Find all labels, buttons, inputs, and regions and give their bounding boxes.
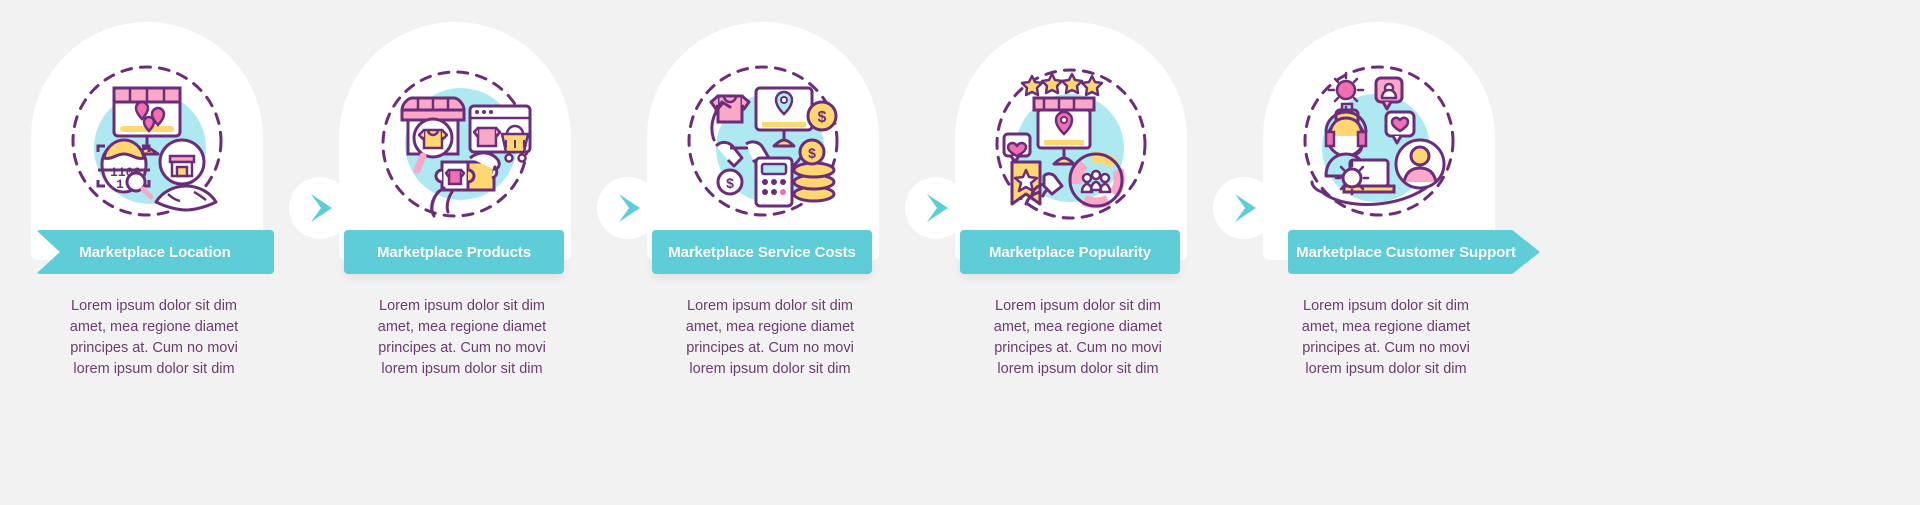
marketplace-customer-support-icon	[1263, 22, 1495, 260]
step-2-banner[interactable]: Marketplace Products	[344, 230, 564, 274]
step-4[interactable]: Marketplace Popularity Lorem ipsum dolor…	[924, 0, 1232, 505]
connector-1	[289, 177, 351, 239]
connector-2	[597, 177, 659, 239]
svg-text:1: 1	[116, 177, 124, 192]
chevron-right-icon	[1235, 194, 1256, 222]
step-4-banner[interactable]: Marketplace Popularity	[960, 230, 1180, 274]
step-4-title: Marketplace Popularity	[983, 244, 1157, 261]
step-3[interactable]: $ $ $ Marketplace Service Costs Lorem ip…	[616, 0, 924, 505]
steps-container: 1100 1 Marketplace Location Lorem ipsum …	[0, 0, 1920, 505]
step-5-title: Marketplace Customer Support	[1290, 244, 1538, 261]
step-5-title-line2: Support	[1459, 243, 1516, 261]
marketplace-popularity-icon	[955, 22, 1187, 260]
step-1-banner[interactable]: Marketplace Location	[36, 230, 274, 274]
step-3-title-line2: Costs	[814, 243, 856, 261]
svg-text:$: $	[808, 145, 816, 161]
step-2-title-line2: Products	[466, 243, 531, 261]
step-5-title-line1: Marketplace Customer	[1296, 243, 1456, 261]
step-3-body: Lorem ipsum dolor sit dim amet, mea regi…	[685, 298, 855, 377]
step-1[interactable]: 1100 1 Marketplace Location Lorem ipsum …	[0, 0, 308, 505]
marketplace-service-costs-icon: $ $ $	[647, 22, 879, 260]
chevron-right-icon	[311, 194, 332, 222]
step-1-title: Marketplace Location	[73, 244, 236, 261]
step-4-title-line2: Popularity	[1078, 243, 1152, 261]
step-1-title-line1: Marketplace	[79, 243, 165, 261]
chevron-right-icon	[619, 194, 640, 222]
svg-text:$: $	[818, 109, 827, 126]
step-5-banner[interactable]: Marketplace Customer Support	[1288, 230, 1540, 274]
chevron-right-icon	[927, 194, 948, 222]
step-3-title-line1: Marketplace Service	[668, 243, 811, 261]
infographic-board: 1100 1 Marketplace Location Lorem ipsum …	[0, 0, 1920, 505]
step-1-title-line2: Location	[169, 243, 231, 261]
step-4-body: Lorem ipsum dolor sit dim amet, mea regi…	[993, 298, 1163, 377]
marketplace-products-icon	[339, 22, 571, 260]
step-2-title-line1: Marketplace	[377, 243, 463, 261]
step-3-title: Marketplace Service Costs	[662, 244, 862, 261]
step-1-body: Lorem ipsum dolor sit dim amet, mea regi…	[69, 298, 239, 377]
connector-3	[905, 177, 967, 239]
step-5-body: Lorem ipsum dolor sit dim amet, mea regi…	[1301, 298, 1471, 377]
step-2[interactable]: Marketplace Products Lorem ipsum dolor s…	[308, 0, 616, 505]
marketplace-location-icon: 1100 1	[31, 22, 263, 260]
step-2-title: Marketplace Products	[371, 244, 537, 261]
step-3-banner[interactable]: Marketplace Service Costs	[652, 230, 872, 274]
step-4-title-line1: Marketplace	[988, 243, 1075, 261]
connector-4	[1213, 177, 1275, 239]
step-2-body: Lorem ipsum dolor sit dim amet, mea regi…	[377, 298, 547, 377]
svg-text:$: $	[726, 175, 734, 191]
